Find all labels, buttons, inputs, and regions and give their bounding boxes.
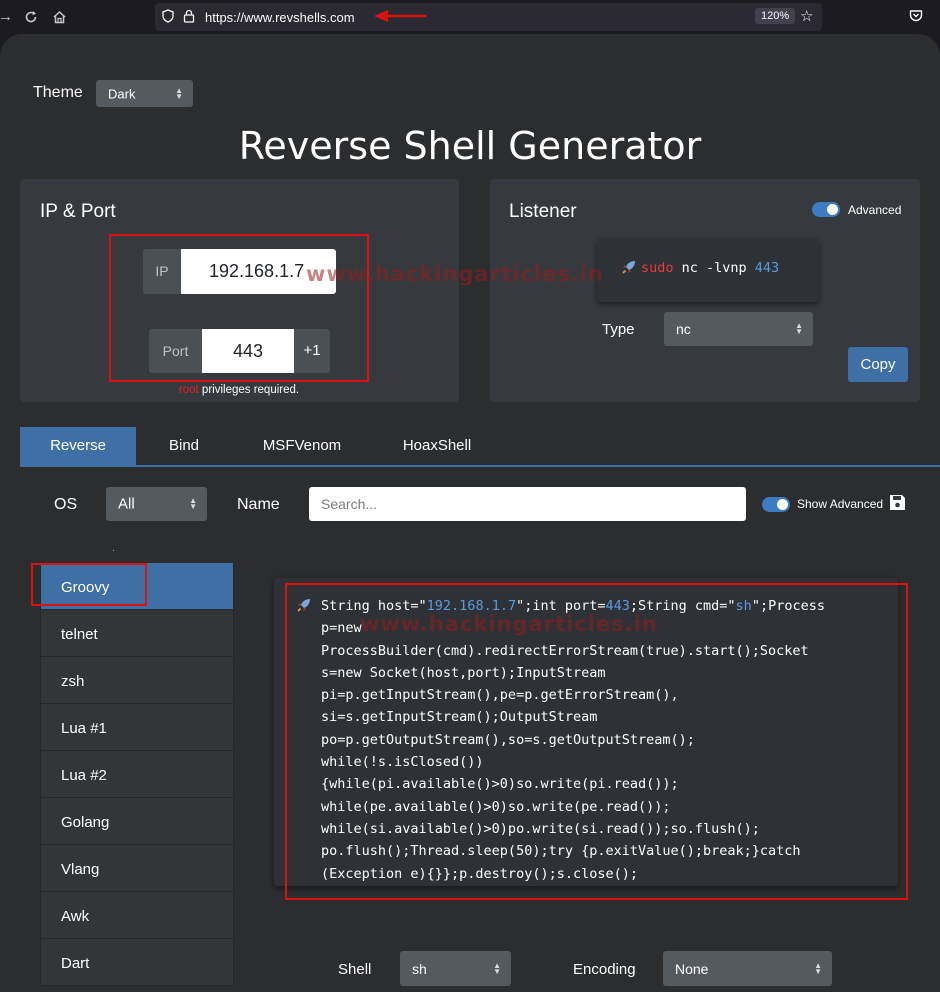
- select-arrows-icon: ▲ ▼: [795, 321, 803, 336]
- os-select-value: All: [118, 495, 135, 513]
- encoding-select[interactable]: None ▲ ▼: [663, 951, 832, 986]
- privileges-note-text: privileges required.: [198, 384, 300, 396]
- shield-icon[interactable]: [162, 9, 174, 23]
- list-item-telnet[interactable]: telnet: [40, 610, 234, 657]
- red-arrow-annotation-icon: [374, 10, 426, 22]
- rocket-icon: [622, 261, 635, 274]
- select-arrows-icon: ▲ ▼: [493, 960, 501, 976]
- shell-select-value: sh: [412, 960, 427, 977]
- list-item-label: Dart: [61, 955, 90, 972]
- listener-cmd-main: nc -lvnp: [673, 260, 755, 276]
- os-label: OS: [54, 496, 78, 513]
- ip-port-title: IP & Port: [40, 201, 116, 222]
- search-input[interactable]: Search...: [309, 487, 746, 521]
- theme-select-value: Dark: [108, 86, 136, 101]
- name-label: Name: [237, 496, 280, 513]
- watermark-text: www.hackingarticles.in: [360, 612, 658, 636]
- page-top-edge: [0, 34, 940, 56]
- theme-label: Theme: [33, 84, 83, 101]
- advanced-toggle[interactable]: [812, 202, 840, 217]
- browser-toolbar: → https://www.revshells.com 120% ☆: [0, 0, 940, 34]
- shell-select[interactable]: sh ▲ ▼: [400, 951, 511, 986]
- list-item-label: Lua #1: [61, 720, 107, 737]
- list-item-lua-1[interactable]: Lua #1: [40, 704, 234, 751]
- select-arrows-icon: ▲ ▼: [175, 85, 183, 101]
- listener-command-box[interactable]: sudo nc -lvnp 443: [597, 239, 819, 302]
- theme-select[interactable]: Dark ▲ ▼: [96, 80, 193, 107]
- encoding-select-value: None: [675, 960, 709, 977]
- list-item-label: Golang: [61, 814, 110, 831]
- list-item-dart[interactable]: Dart: [40, 939, 234, 986]
- list-item-awk[interactable]: Awk: [40, 892, 234, 939]
- list-item-label: Vlang: [61, 861, 100, 878]
- select-arrows-icon: ▲ ▼: [814, 960, 822, 976]
- advanced-toggle-label: Advanced: [848, 203, 902, 217]
- list-item-zsh[interactable]: zsh: [40, 657, 234, 704]
- list-item-label: telnet: [61, 626, 98, 643]
- home-icon[interactable]: [52, 10, 67, 24]
- list-item-label: zsh: [61, 673, 85, 690]
- bookmark-star-icon[interactable]: ☆: [800, 7, 813, 25]
- show-advanced-toggle[interactable]: [762, 497, 790, 512]
- watermark-text: www.hackingarticles.in: [306, 262, 604, 286]
- pocket-icon[interactable]: [909, 9, 923, 23]
- listener-type-value: nc: [676, 321, 691, 337]
- shell-label: Shell: [338, 961, 372, 978]
- tab-bind[interactable]: Bind: [145, 427, 223, 465]
- privileges-note-root: root: [178, 384, 199, 396]
- list-item-label: Awk: [61, 908, 90, 925]
- url-bar[interactable]: https://www.revshells.com 120% ☆: [155, 3, 822, 31]
- tab-hoaxshell[interactable]: HoaxShell: [390, 427, 484, 465]
- listener-cmd-sudo: sudo: [641, 260, 674, 276]
- save-icon[interactable]: [889, 494, 906, 511]
- groovy-highlight-box: [31, 563, 147, 606]
- listener-type-select[interactable]: nc ▲ ▼: [664, 312, 813, 346]
- privileges-note: root privileges required.: [160, 384, 318, 396]
- ip-port-highlight-box: [109, 234, 369, 382]
- reload-icon[interactable]: [24, 10, 38, 24]
- listener-title: Listener: [509, 201, 577, 222]
- zoom-level-badge[interactable]: 120%: [755, 8, 796, 24]
- url-text[interactable]: https://www.revshells.com: [205, 10, 355, 25]
- listener-command: sudo nc -lvnp 443: [621, 259, 779, 276]
- listener-type-label: Type: [602, 321, 635, 338]
- copy-button[interactable]: Copy: [848, 347, 908, 382]
- list-item-vlang[interactable]: Vlang: [40, 845, 234, 892]
- encoding-label: Encoding: [573, 961, 636, 978]
- lock-icon[interactable]: [183, 9, 195, 23]
- list-item-golang[interactable]: Golang: [40, 798, 234, 845]
- select-arrows-icon: ▲ ▼: [189, 496, 197, 511]
- forward-icon[interactable]: →: [0, 8, 13, 26]
- tab-msfvenom[interactable]: MSFVenom: [250, 427, 354, 465]
- os-select[interactable]: All ▲ ▼: [106, 487, 207, 521]
- show-advanced-label: Show Advanced: [797, 497, 884, 511]
- listener-cmd-port: 443: [754, 260, 780, 276]
- search-placeholder: Search...: [321, 496, 378, 512]
- tab-reverse[interactable]: Reverse: [20, 427, 136, 465]
- page-title: Reverse Shell Generator: [238, 124, 702, 168]
- list-item-label: Lua #2: [61, 767, 107, 784]
- list-item-lua-2[interactable]: Lua #2: [40, 751, 234, 798]
- tabs-underline: [20, 465, 940, 467]
- shell-list: Groovy telnet zsh Lua #1 Lua #2 Golang V…: [40, 545, 234, 992]
